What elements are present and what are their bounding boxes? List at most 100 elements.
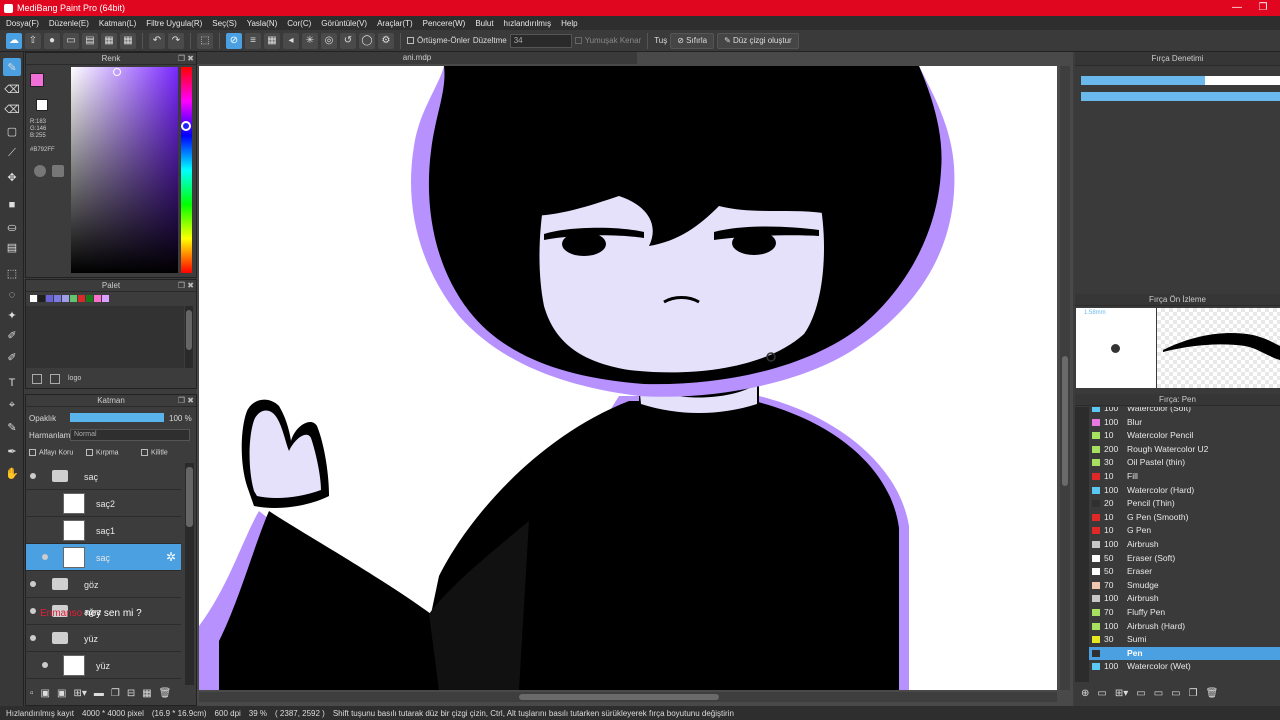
layer-row[interactable]: saç1 <box>26 517 181 544</box>
clipping-checkbox[interactable]: Kırpma <box>86 449 119 456</box>
brush-item[interactable]: 100 Watercolor (Hard) <box>1089 484 1280 498</box>
eyedropper-tool-icon[interactable]: ✒ <box>3 442 21 460</box>
menu-color[interactable]: Cor(C) <box>287 19 311 28</box>
eye-icon[interactable] <box>30 608 36 614</box>
document-icon[interactable]: ▤ <box>82 32 98 49</box>
palette-swatch[interactable] <box>102 295 109 302</box>
eye-icon[interactable] <box>42 554 48 560</box>
palette-swatch[interactable] <box>78 295 85 302</box>
new-halftone-icon[interactable]: ▣ <box>41 688 50 699</box>
layer-folder-row[interactable]: yüz <box>26 625 181 652</box>
brush-size-slider[interactable] <box>1081 76 1280 85</box>
snap-settings-icon[interactable]: ⚙ <box>378 32 394 49</box>
select-pen-icon[interactable]: ✐ <box>3 326 21 344</box>
menu-cloud[interactable]: Bulut <box>475 19 493 28</box>
brush-item[interactable]: 10 Watercolor Pencil <box>1089 429 1280 443</box>
brush-item[interactable]: 50 Eraser (Soft) <box>1089 552 1280 566</box>
background-color-swatch[interactable] <box>36 99 48 111</box>
folder-add-icon[interactable]: ▬ <box>94 688 104 699</box>
snap-ellipse-icon[interactable]: ◯ <box>359 32 375 49</box>
brush-item[interactable]: 100 Airbrush <box>1089 538 1280 552</box>
correction-input[interactable]: 34 <box>509 33 572 48</box>
snap-parallel-icon[interactable]: ≡ <box>245 32 261 49</box>
panel-controls-icon[interactable]: ❐ ✖ <box>178 280 194 292</box>
snap-curve-icon[interactable]: ↺ <box>340 32 356 49</box>
lock-checkbox[interactable]: Kilitle <box>141 449 168 456</box>
snap-vanish-icon[interactable]: ◂ <box>283 32 299 49</box>
select-eraser-icon[interactable]: ✐ <box>3 348 21 366</box>
menu-filter[interactable]: Filtre Uygula(R) <box>146 19 202 28</box>
brush-import-icon[interactable]: ▭ <box>1171 688 1180 699</box>
opacity-slider[interactable] <box>70 413 164 422</box>
palette-swatch[interactable] <box>46 295 53 302</box>
text-tool-icon[interactable]: T <box>3 374 21 392</box>
menu-snap[interactable]: Yasla(N) <box>247 19 278 28</box>
menu-window[interactable]: Pencere(W) <box>423 19 466 28</box>
layer-folder-row[interactable]: göz <box>26 571 181 598</box>
eye-icon[interactable] <box>30 581 36 587</box>
eraser-tool-icon[interactable]: ⌫ <box>3 80 21 98</box>
menu-layer[interactable]: Katman(L) <box>99 19 136 28</box>
color-picker-cursor[interactable] <box>113 68 121 76</box>
palette-swatch[interactable] <box>38 295 45 302</box>
magic-wand-icon[interactable]: ✦ <box>3 306 21 324</box>
palette-swatch[interactable] <box>94 295 101 302</box>
document-tab[interactable]: ani.mdp <box>197 52 637 64</box>
line-tool-icon[interactable]: ⟋ <box>3 144 21 162</box>
brush-menu-icon[interactable]: ⊞▾ <box>1115 688 1128 699</box>
trash-icon[interactable]: 🗑 <box>159 688 172 699</box>
grid-icon[interactable]: ▦ <box>120 32 136 49</box>
saturation-value-box[interactable] <box>71 67 178 273</box>
brush-item[interactable]: 10 Fill <box>1089 470 1280 484</box>
fill-rect-icon[interactable]: ■ <box>3 196 21 214</box>
add-brush-icon[interactable]: ⊕ <box>1081 688 1089 699</box>
add-palette-icon[interactable] <box>32 374 42 384</box>
menu-edit[interactable]: Düzenle(E) <box>49 19 89 28</box>
layers-icon[interactable]: ▦ <box>101 32 117 49</box>
eye-icon[interactable] <box>42 662 48 668</box>
merge-icon[interactable]: ⊟ <box>127 688 135 699</box>
palette-swatch[interactable] <box>70 295 77 302</box>
rectangle-tool-icon[interactable]: ▢ <box>3 122 21 140</box>
straight-line-button[interactable]: ✎ Düz çizgi oluştur <box>717 32 799 49</box>
comment-icon[interactable]: ● <box>44 32 60 49</box>
brush-tool-icon[interactable]: ✎ <box>3 58 21 76</box>
layer-row[interactable]: yüz <box>26 652 181 679</box>
brush-item[interactable]: 10 G Pen <box>1089 524 1280 538</box>
panel-controls-icon[interactable]: ❐ ✖ <box>178 53 194 65</box>
dot-eraser-icon[interactable]: ⌫ <box>3 100 21 118</box>
bucket-tool-icon[interactable]: ⛀ <box>3 218 21 236</box>
layer-scrollbar[interactable] <box>185 463 194 685</box>
select-tool-icon[interactable]: ⬚ <box>3 264 21 282</box>
brush-item[interactable]: 70 Fluffy Pen <box>1089 606 1280 620</box>
new-layer-icon[interactable]: ▫ <box>30 688 34 699</box>
palette-swatch[interactable] <box>54 295 61 302</box>
soft-edge-checkbox[interactable]: Yumuşak Kenar <box>574 36 641 45</box>
menu-help[interactable]: Help <box>561 19 577 28</box>
hue-slider[interactable] <box>181 67 192 273</box>
brush-item[interactable]: 100 Airbrush <box>1089 592 1280 606</box>
snap-cross-icon[interactable]: ▦ <box>264 32 280 49</box>
brush-export-icon[interactable]: ❐ <box>1189 688 1198 699</box>
hand-tool-icon[interactable]: ✋ <box>3 464 21 482</box>
redo-icon[interactable]: ↷ <box>168 32 184 49</box>
palette-swatch[interactable] <box>86 295 93 302</box>
brush-opacity-slider[interactable] <box>1081 92 1280 101</box>
hue-slider-handle[interactable] <box>181 121 191 131</box>
brush-item[interactable]: 10 G Pen (Smooth) <box>1089 511 1280 525</box>
snap-off-icon[interactable]: ⊘ <box>226 32 242 49</box>
canvas-horizontal-scrollbar[interactable] <box>199 692 1057 702</box>
brush-item-selected[interactable]: Pen <box>1089 646 1280 661</box>
delete-palette-icon[interactable] <box>50 374 60 384</box>
window-icon[interactable]: ▭ <box>63 32 79 49</box>
reset-button[interactable]: ⊘ Sıfırla <box>670 32 715 49</box>
move-tool-icon[interactable]: ✥ <box>3 168 21 186</box>
alpha-lock-checkbox[interactable]: Alfayı Koru <box>29 449 73 456</box>
settings-icon[interactable]: ▦ <box>142 688 151 699</box>
layer-folder-row[interactable]: saç <box>26 463 181 490</box>
brush-item[interactable]: 50 Eraser <box>1089 565 1280 579</box>
palette-scrollbar[interactable] <box>185 306 193 368</box>
layer-row[interactable]: saç2 <box>26 490 181 517</box>
brush-delete-icon[interactable]: 🗑 <box>1206 688 1219 699</box>
color-wheel-icon[interactable] <box>34 165 46 177</box>
